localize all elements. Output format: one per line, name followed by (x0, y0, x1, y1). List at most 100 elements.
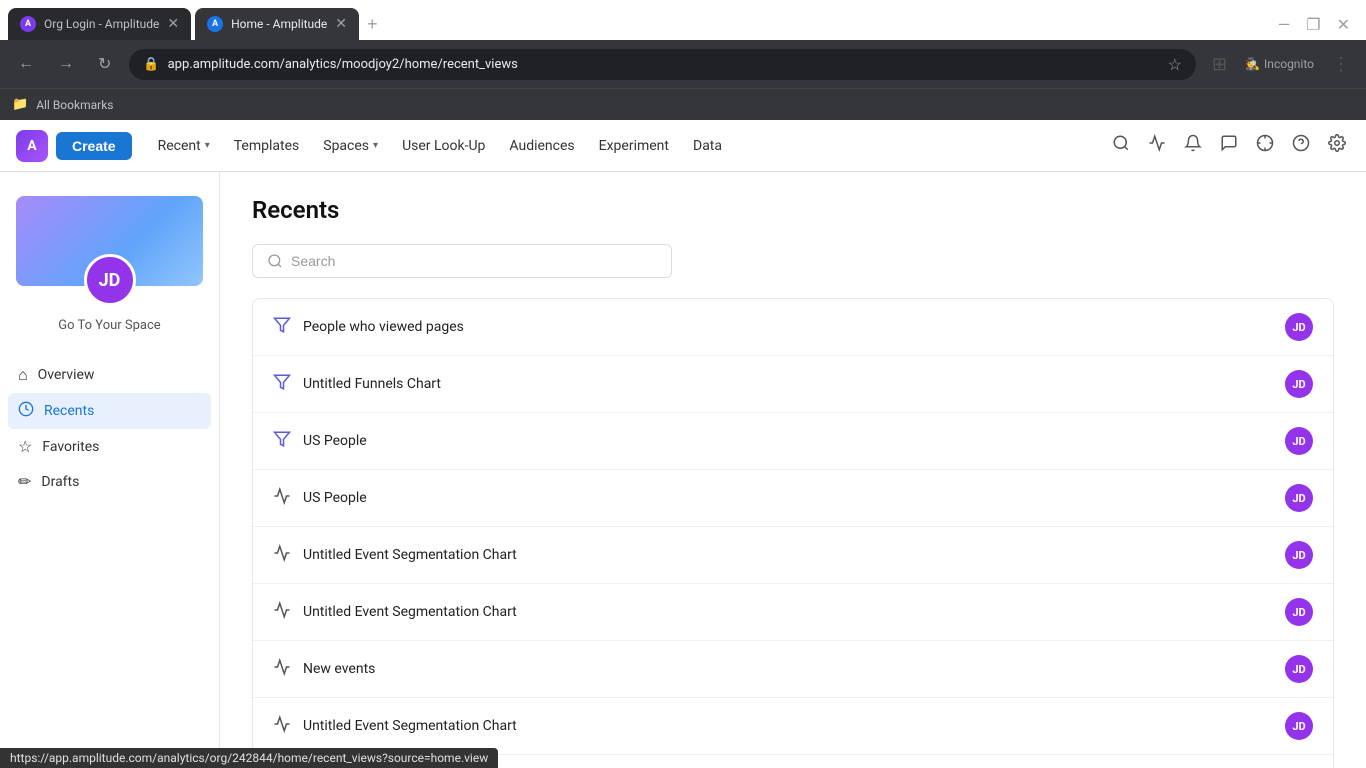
recent-item-owner: JD (1285, 541, 1313, 569)
sidebar-label-recents: Recents (44, 403, 94, 419)
nav-item-templates[interactable]: Templates (224, 132, 310, 160)
search-icon (267, 253, 283, 269)
avatar[interactable]: JD (84, 254, 136, 306)
trend-icon (273, 601, 291, 624)
recent-item[interactable]: Untitled Event Segmentation Chart JD (253, 527, 1333, 584)
recent-item-name: Untitled Funnels Chart (303, 376, 1273, 392)
search-bar[interactable] (252, 244, 672, 278)
address-icons: ☆ (1168, 55, 1182, 74)
trend-icon (273, 658, 291, 681)
new-tab-button[interactable]: + (363, 10, 382, 39)
recent-item-name: New events (303, 661, 1273, 677)
amplitude-logo[interactable]: A (16, 130, 48, 162)
chat-icon-button[interactable] (1216, 130, 1242, 161)
recent-item[interactable]: Untitled Funnels Chart JD (253, 356, 1333, 413)
funnel-icon (273, 316, 291, 339)
close-window-icon[interactable]: ✕ (1337, 15, 1350, 34)
recent-item[interactable]: Untitled Event Segmentation Chart JD (253, 584, 1333, 641)
tab-close-1[interactable]: ✕ (167, 16, 179, 32)
recent-item-owner: JD (1285, 655, 1313, 683)
search-icon-button[interactable] (1108, 130, 1134, 161)
settings-icon-button[interactable] (1324, 130, 1350, 161)
tab-favicon-2: A (207, 16, 223, 32)
nav-label-data: Data (693, 138, 722, 154)
crosshair-icon-button[interactable] (1252, 130, 1278, 161)
recent-item-name: People who viewed pages (303, 319, 1273, 335)
funnel-icon (273, 430, 291, 453)
sidebar-item-favorites[interactable]: ☆ Favorites (8, 429, 211, 464)
reload-button[interactable]: ↻ (92, 50, 117, 78)
recent-item-owner: JD (1285, 484, 1313, 512)
recent-item-owner: JD (1285, 712, 1313, 740)
help-icon-button[interactable] (1288, 130, 1314, 161)
maximize-icon[interactable]: ❐ (1306, 15, 1320, 34)
bookmarks-label[interactable]: All Bookmarks (36, 98, 113, 112)
address-bar-row: ← → ↻ 🔒 app.amplitude.com/analytics/mood… (0, 40, 1366, 88)
sidebar-item-drafts[interactable]: ✏ Drafts (8, 464, 211, 499)
tab-close-2[interactable]: ✕ (335, 16, 347, 32)
recents-list: People who viewed pages JD Untitled Funn… (252, 298, 1334, 768)
sidebar-item-recents[interactable]: Recents (8, 393, 211, 429)
chevron-down-icon-spaces: ▾ (373, 140, 378, 151)
notifications-icon-button[interactable] (1180, 130, 1206, 161)
sidebar-label-drafts: Drafts (41, 474, 79, 490)
sidebar: JD Go To Your Space ⌂ Overview Recents ☆… (0, 172, 220, 768)
status-url: https://app.amplitude.com/analytics/org/… (10, 751, 488, 765)
recent-item-name: US People (303, 433, 1273, 449)
page-title: Recents (252, 196, 1334, 224)
go-to-space-button[interactable]: Go To Your Space (16, 314, 203, 337)
recent-item-owner: JD (1285, 313, 1313, 341)
trend-icon (273, 487, 291, 510)
recent-item[interactable]: People who viewed pages JD (253, 299, 1333, 356)
forward-button[interactable]: → (52, 51, 80, 77)
recent-item-owner: JD (1285, 598, 1313, 626)
nav-item-userlookup[interactable]: User Look-Up (392, 132, 495, 160)
recent-item-owner: JD (1285, 427, 1313, 455)
status-bar: https://app.amplitude.com/analytics/org/… (0, 748, 498, 768)
bookmark-star-icon[interactable]: ☆ (1168, 55, 1182, 74)
recent-item[interactable]: New events JD (253, 641, 1333, 698)
nav-icons (1108, 130, 1350, 161)
star-icon: ☆ (18, 437, 32, 456)
search-input[interactable] (291, 253, 657, 269)
recent-item[interactable]: US People JD (253, 413, 1333, 470)
sidebar-item-overview[interactable]: ⌂ Overview (8, 357, 211, 393)
recent-item-name: Untitled Event Segmentation Chart (303, 718, 1273, 734)
nav-label-templates: Templates (234, 138, 300, 154)
extensions-button[interactable]: ⊞ (1208, 50, 1231, 79)
nav-item-data[interactable]: Data (683, 132, 732, 160)
recent-item-name: Untitled Event Segmentation Chart (303, 604, 1273, 620)
incognito-badge: 🕵 Incognito (1245, 57, 1314, 71)
back-button[interactable]: ← (12, 51, 40, 77)
create-button[interactable]: Create (56, 132, 132, 160)
trend-icon (273, 715, 291, 738)
main-layout: JD Go To Your Space ⌂ Overview Recents ☆… (0, 172, 1366, 768)
nav-item-experiment[interactable]: Experiment (589, 132, 679, 160)
menu-button[interactable]: ⋮ (1328, 50, 1354, 79)
bookmarks-folder-icon: 📁 (12, 97, 28, 112)
minimize-icon[interactable]: — (1278, 15, 1291, 34)
address-field[interactable]: 🔒 app.amplitude.com/analytics/moodjoy2/h… (129, 49, 1196, 80)
nav-item-audiences[interactable]: Audiences (499, 132, 584, 160)
recent-item[interactable]: US People JD (253, 470, 1333, 527)
recent-item[interactable]: Untitled Event Segmentation Chart JD (253, 698, 1333, 755)
funnel-icon (273, 373, 291, 396)
recents-icon (18, 401, 34, 421)
nav-item-recent[interactable]: Recent ▾ (148, 132, 220, 160)
user-avatar-area: JD (16, 196, 203, 286)
tab-label-2: Home - Amplitude (231, 17, 327, 31)
chevron-down-icon-recent: ▾ (205, 140, 210, 151)
tab-home[interactable]: A Home - Amplitude ✕ (195, 8, 359, 40)
tab-favicon-1: A (20, 16, 36, 32)
lock-icon: 🔒 (143, 57, 159, 72)
incognito-icon: 🕵 (1245, 57, 1260, 71)
bookmarks-bar: 📁 All Bookmarks (0, 88, 1366, 120)
window-controls: — ❐ ✕ (1278, 15, 1358, 34)
recent-item-owner: JD (1285, 370, 1313, 398)
tab-bar: A Org Login - Amplitude ✕ A Home - Ampli… (0, 0, 1366, 40)
nav-item-spaces[interactable]: Spaces ▾ (313, 132, 388, 160)
nav-label-userlookup: User Look-Up (402, 138, 485, 154)
app-nav: A Create Recent ▾ Templates Spaces ▾ Use… (0, 120, 1366, 172)
tab-org-login[interactable]: A Org Login - Amplitude ✕ (8, 8, 191, 40)
chart-icon-button[interactable] (1144, 130, 1170, 161)
